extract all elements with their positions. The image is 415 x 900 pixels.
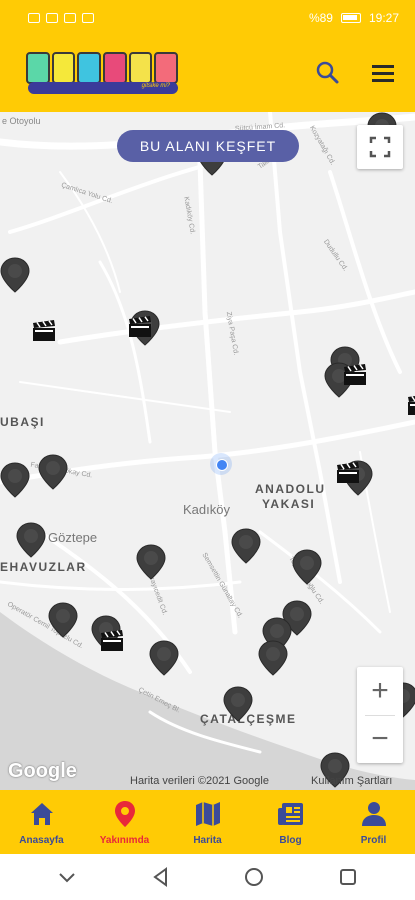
nav-label: Harita (193, 834, 222, 846)
nav-item-nearby[interactable]: Yakınımda (83, 790, 166, 854)
search-icon (316, 61, 339, 84)
logo-letter (77, 52, 102, 84)
cinema-clapper-icon[interactable] (343, 364, 367, 386)
explore-area-button[interactable]: BU ALANI KEŞFET (117, 130, 299, 162)
bottom-navigation: Anasayfa Yakınımda Harita Blog Profil (0, 790, 415, 854)
zoom-divider (365, 715, 395, 716)
nav-label: Profil (360, 834, 387, 846)
logo-letter (26, 52, 50, 84)
logo-tagline: gitsike mi? (141, 83, 170, 89)
logo-letters (26, 52, 179, 84)
notification-icon (82, 13, 94, 23)
map-base (0, 112, 415, 790)
nav-label: Anasayfa (19, 834, 64, 846)
search-button[interactable] (313, 58, 343, 88)
terms-link[interactable]: Kullanım Şartları (311, 775, 392, 787)
user-icon (361, 801, 386, 826)
cinema-clapper-icon[interactable] (336, 462, 360, 484)
current-location-dot (210, 453, 232, 475)
battery-icon (340, 13, 361, 23)
cinema-clapper-icon[interactable] (128, 316, 152, 338)
nav-item-home[interactable]: Anasayfa (0, 790, 83, 854)
map-view[interactable]: e Otoyolu Çamlıca Yolu Cd. Sütçü İmam Cd… (0, 112, 415, 790)
cinema-clapper-icon[interactable] (32, 320, 56, 342)
home-circle-icon[interactable] (243, 866, 265, 888)
place-marker[interactable] (258, 640, 288, 676)
nav-label: Blog (279, 834, 302, 846)
zoom-controls: + − (357, 667, 403, 763)
place-marker[interactable] (149, 640, 179, 676)
zoom-in-button[interactable]: + (357, 667, 403, 715)
newspaper-icon (277, 802, 303, 825)
fullscreen-icon (369, 136, 391, 158)
alarm-icon (64, 13, 76, 23)
app-bar: gitsike mi? (0, 36, 415, 112)
logo-letter (128, 52, 153, 84)
logo-letter (154, 52, 179, 84)
google-logo: Google (8, 760, 77, 782)
home-icon (30, 802, 53, 825)
recents-icon[interactable] (337, 866, 359, 888)
place-marker[interactable] (16, 522, 46, 558)
hamburger-menu-icon (372, 65, 394, 82)
place-marker[interactable] (48, 602, 78, 638)
status-icons-left (28, 13, 94, 23)
place-marker[interactable] (38, 454, 68, 490)
hd-icon (28, 13, 40, 23)
place-marker[interactable] (0, 462, 30, 498)
map-attribution[interactable]: Harita verileri ©2021 Google (130, 775, 269, 787)
map-label-yakasi: YAKASI (262, 497, 316, 511)
battery-percent: %89 (308, 11, 333, 25)
place-marker[interactable] (0, 257, 30, 293)
nav-item-profile[interactable]: Profil (332, 790, 415, 854)
nav-label: Yakınımda (99, 834, 150, 846)
nav-item-blog[interactable]: Blog (249, 790, 332, 854)
map-icon (195, 801, 220, 826)
logo-letter (103, 52, 127, 84)
back-icon[interactable] (150, 866, 172, 888)
place-marker[interactable] (231, 528, 261, 564)
fullscreen-button[interactable] (357, 125, 403, 169)
clock: 19:27 (368, 11, 399, 25)
place-marker[interactable] (136, 544, 166, 580)
logo-letter (51, 52, 76, 84)
map-label-anadolu: ANADOLU (255, 482, 326, 496)
map-label-goztepe: Göztepe (48, 530, 98, 545)
map-label-kubasi: UBAŞI (0, 415, 45, 429)
location-pin-icon (114, 800, 135, 827)
cinema-clapper-icon[interactable] (407, 394, 415, 416)
nav-item-map[interactable]: Harita (166, 790, 249, 854)
cinema-clapper-icon[interactable] (100, 630, 124, 652)
place-marker[interactable] (292, 549, 322, 585)
signal-icon (46, 13, 58, 23)
system-navigation-bar (0, 854, 415, 900)
place-marker[interactable] (223, 686, 253, 722)
chevron-down-icon[interactable] (56, 866, 78, 888)
status-icons-right: %89 19:27 (309, 11, 399, 25)
app-logo[interactable]: gitsike mi? (26, 46, 179, 96)
map-label-ehavuzlar: EHAVUZLAR (0, 560, 87, 574)
menu-button[interactable] (368, 58, 398, 88)
status-bar: %89 19:27 (0, 0, 415, 36)
map-label-kadikoy: Kadıköy (183, 502, 230, 517)
zoom-out-button[interactable]: − (357, 715, 403, 763)
map-label-otoyolu: e Otoyolu (2, 116, 41, 126)
